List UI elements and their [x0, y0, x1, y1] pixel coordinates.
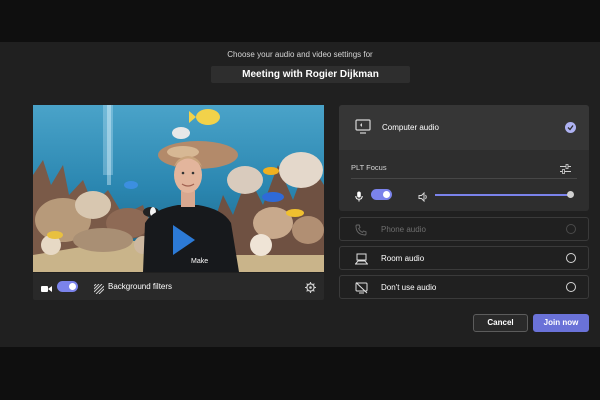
phone-audio-radio: [566, 224, 576, 234]
meeting-title: Meeting with Rogier Dijkman: [211, 66, 410, 83]
phone-audio-option: Phone audio: [339, 217, 589, 241]
dont-use-audio-label: Don't use audio: [381, 283, 437, 292]
no-audio-icon: [355, 281, 368, 299]
microphone-icon[interactable]: [355, 189, 363, 207]
camera-toggle[interactable]: [57, 281, 78, 292]
background-filters-button[interactable]: Background filters: [108, 282, 172, 291]
speaker-icon: [418, 189, 429, 207]
audio-device-dropdown[interactable]: PLT Focus: [351, 163, 387, 172]
computer-audio-card: Computer audio PLT Focus: [339, 105, 589, 211]
room-audio-radio[interactable]: [566, 253, 576, 263]
computer-audio-option[interactable]: Computer audio: [339, 105, 589, 150]
window-top-frame: [0, 0, 600, 42]
video-controls-bar: Background filters: [33, 273, 324, 300]
volume-slider-thumb[interactable]: [567, 191, 574, 198]
microphone-toggle[interactable]: [371, 189, 392, 200]
video-camera-icon[interactable]: [41, 281, 52, 299]
monitor-speaker-icon: [355, 119, 371, 139]
gear-icon[interactable]: [305, 280, 316, 298]
phone-icon: [355, 223, 367, 241]
volume-slider-track[interactable]: [435, 194, 571, 196]
room-audio-option[interactable]: Room audio: [339, 246, 589, 270]
dont-use-audio-option[interactable]: Don't use audio: [339, 275, 589, 299]
prejoin-subtitle: Choose your audio and video settings for: [227, 50, 373, 59]
join-now-button[interactable]: Join now: [533, 314, 589, 332]
cancel-button[interactable]: Cancel: [473, 314, 528, 332]
computer-audio-label: Computer audio: [382, 123, 439, 132]
device-divider: [351, 178, 577, 179]
shirt-text: Make: [191, 258, 208, 265]
room-audio-label: Room audio: [381, 254, 425, 263]
room-display-icon: [354, 252, 369, 270]
background-filters-icon[interactable]: [93, 281, 105, 299]
checkmark-icon: [565, 122, 576, 133]
phone-audio-label: Phone audio: [381, 225, 426, 234]
aquarium-background-image: Make: [33, 105, 324, 272]
window-bottom-frame: [0, 347, 600, 400]
dont-use-audio-radio[interactable]: [566, 282, 576, 292]
sliders-icon[interactable]: [560, 161, 571, 179]
video-preview: Make: [33, 105, 324, 272]
